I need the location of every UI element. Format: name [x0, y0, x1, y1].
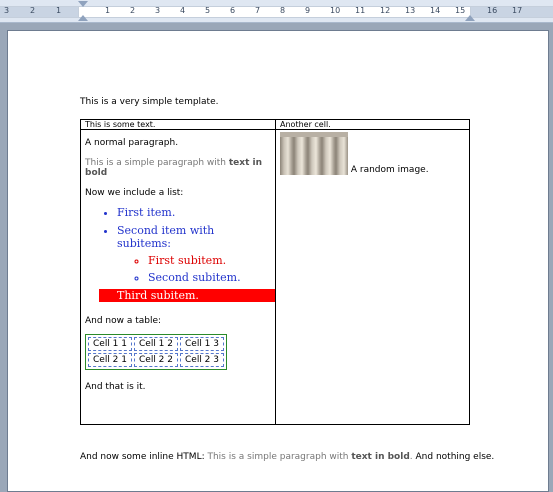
- intro-text: This is a very simple template.: [80, 97, 219, 107]
- sub-item-text: Second subitem.: [148, 271, 241, 284]
- footer-gray-paragraph: This is a simple paragraph with text in …: [207, 452, 412, 462]
- ruler-tick: 13: [405, 6, 416, 15]
- table-intro: And now a table:: [85, 316, 162, 326]
- list-item-text: Second item with subitems:: [117, 224, 215, 250]
- ruler-tick: 5: [205, 6, 211, 15]
- list-item: First item.: [117, 206, 271, 219]
- inline-html-footer: And now some inline HTML: This is a simp…: [80, 452, 494, 462]
- inner-table: Cell 1 1 Cell 1 2 Cell 1 3 Cell 2 1 Cell…: [85, 334, 227, 370]
- table-row: Cell 1 1 Cell 1 2 Cell 1 3: [88, 337, 224, 351]
- ruler-tick: 1: [56, 6, 62, 15]
- ruler-tick: 9: [305, 6, 311, 15]
- table-cell: Cell 1 1: [88, 337, 132, 351]
- ruler-tick: 14: [430, 6, 441, 15]
- sub-list: First subitem. Second subitem.: [117, 254, 271, 284]
- ruler-tick: 7: [255, 6, 261, 15]
- sub-item-text: First subitem.: [148, 254, 227, 267]
- table-cell: Cell 2 1: [88, 353, 132, 367]
- footer-gray-text: This is a simple paragraph with: [207, 452, 352, 462]
- ruler-left-margin: [0, 6, 79, 18]
- footer-bold-text: text in bold: [351, 452, 410, 462]
- ruler-tick: 1: [105, 6, 111, 15]
- table-header-right: Another cell.: [275, 119, 470, 130]
- list-item-text: First item.: [117, 206, 176, 219]
- ruler-tick: 11: [355, 6, 366, 15]
- ruler-tick: 10: [330, 6, 341, 15]
- image-block: A random image.: [280, 132, 465, 175]
- horizontal-ruler[interactable]: 3 2 1 1 2 3 4 5 6 7 8 9 10 11 12 13 14 1…: [0, 0, 553, 23]
- ruler-tick: 2: [130, 6, 136, 15]
- hanging-indent-marker[interactable]: [78, 15, 88, 21]
- ruler-tick: 12: [380, 6, 391, 15]
- image-caption: A random image.: [350, 165, 429, 175]
- right-indent-marker[interactable]: [465, 15, 475, 21]
- table-cell: Cell 1 2: [134, 337, 178, 351]
- ruler-tick: 2: [30, 6, 36, 15]
- sub-list-item: Second subitem.: [148, 271, 271, 284]
- table-cell: Cell 2 2: [134, 353, 178, 367]
- table-header-left: This is some text.: [80, 119, 276, 130]
- list-intro: Now we include a list:: [85, 188, 184, 198]
- simple-paragraph: This is a simple paragraph with text in …: [85, 158, 271, 178]
- highlighted-list-item: Third subitem.: [99, 289, 275, 302]
- simple-paragraph-text: This is a simple paragraph with: [85, 158, 229, 168]
- list-item: Second item with subitems: First subitem…: [117, 224, 271, 284]
- list-item-text: Third subitem.: [117, 289, 199, 302]
- document-page[interactable]: This is a very simple template. This is …: [7, 30, 549, 492]
- first-line-indent-marker[interactable]: [78, 1, 88, 7]
- footer-suffix: And nothing else.: [412, 452, 495, 462]
- table-cell: Cell 1 3: [180, 337, 224, 351]
- ruler-tick: 16: [487, 6, 498, 15]
- right-cell: A random image.: [275, 129, 470, 425]
- normal-paragraph: A normal paragraph.: [85, 138, 179, 148]
- outro-text: And that is it.: [85, 382, 146, 392]
- table-cell: Cell 2 3: [180, 353, 224, 367]
- bullet-list: First item. Second item with subitems: F…: [85, 206, 275, 302]
- ruler-tick: 3: [155, 6, 161, 15]
- sub-list-item: First subitem.: [148, 254, 271, 267]
- footer-prefix: And now some inline HTML:: [80, 452, 208, 462]
- ruler-tick: 15: [455, 6, 466, 15]
- ruler-tick: 17: [512, 6, 523, 15]
- left-cell: A normal paragraph. This is a simple par…: [80, 129, 276, 425]
- ruler-tick: 6: [230, 6, 236, 15]
- table-row: Cell 2 1 Cell 2 2 Cell 2 3: [88, 353, 224, 367]
- layout-table: This is some text. Another cell. A norma…: [80, 119, 470, 425]
- ruler-tick: 3: [4, 6, 10, 15]
- ruler-tick: 8: [280, 6, 286, 15]
- columns-image[interactable]: [280, 132, 348, 175]
- ruler-tick: 4: [180, 6, 186, 15]
